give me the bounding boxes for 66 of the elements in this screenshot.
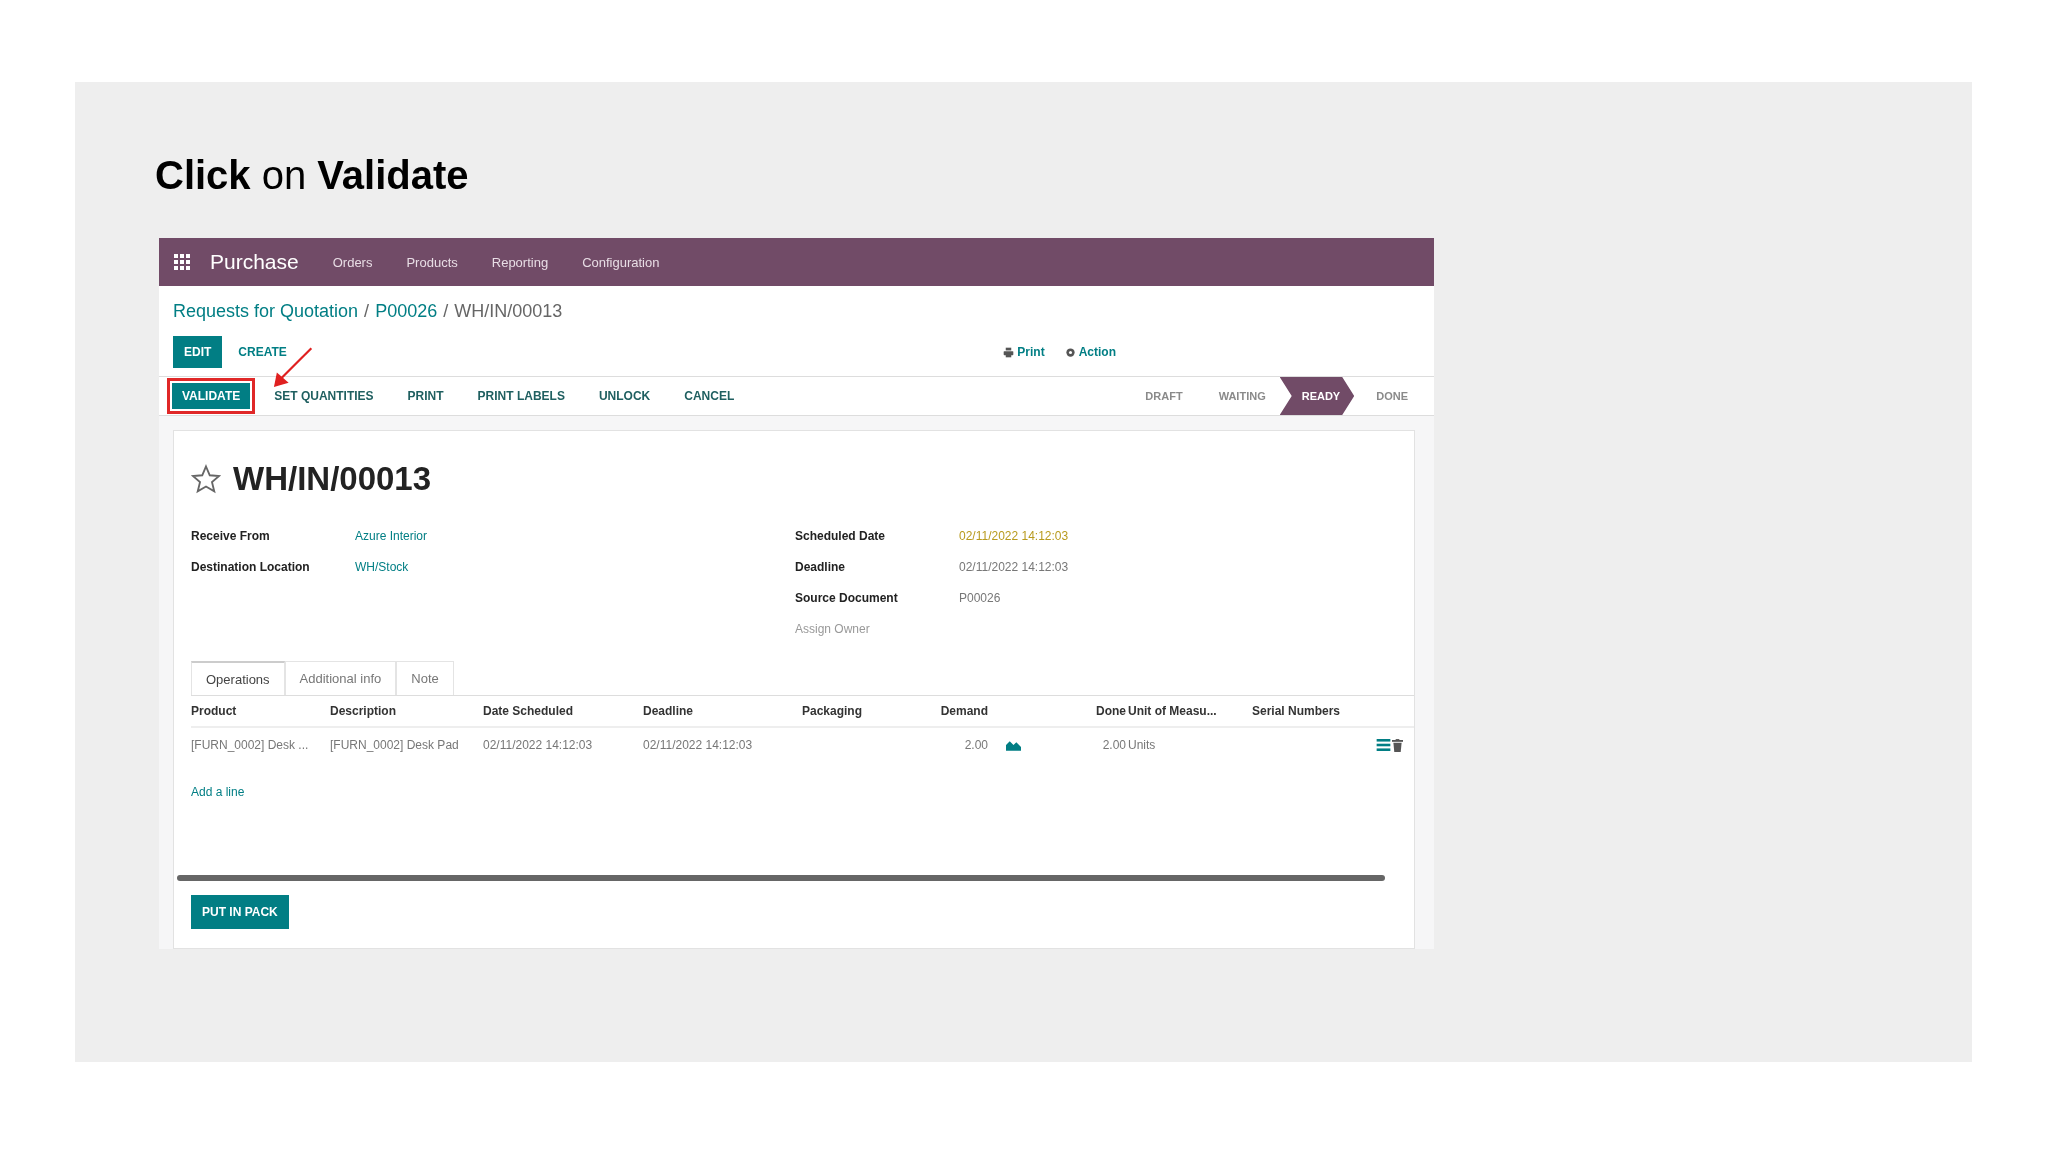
tab[interactable]: Operations xyxy=(191,661,285,695)
printer-icon xyxy=(1003,346,1015,358)
put-in-pack-button[interactable]: PUT IN PACK xyxy=(191,895,289,929)
table-cell-text: 2.00 xyxy=(1101,737,1127,754)
chart-icon xyxy=(1006,739,1021,751)
action-link[interactable]: Action xyxy=(1064,345,1116,359)
breadcrumb-separator: / xyxy=(443,300,449,322)
column-header[interactable]: Unit of Measu... xyxy=(1128,704,1252,718)
field-value: 02/11/2022 14:12:03 xyxy=(959,560,1070,574)
table-cell-text: 2.00 xyxy=(963,737,989,754)
column-header[interactable]: Deadline xyxy=(643,704,802,718)
column-header[interactable]: Demand xyxy=(917,704,990,718)
action-button[interactable]: SET QUANTITIES xyxy=(259,378,389,414)
column-header[interactable]: Description xyxy=(330,704,483,718)
action-button[interactable]: UNLOCK xyxy=(583,378,666,414)
field-link[interactable]: WH/Stock xyxy=(355,560,795,574)
field-label: Deadline xyxy=(795,560,846,574)
column-header[interactable]: Date Scheduled xyxy=(483,704,643,718)
action-button[interactable]: EDIT xyxy=(173,336,223,368)
menu-item[interactable]: Products xyxy=(406,254,458,270)
status-stage: DONE xyxy=(1375,389,1409,404)
action-link[interactable]: Print xyxy=(1003,345,1045,359)
field-label: Source Document xyxy=(795,591,899,605)
action-button[interactable]: PRINT LABELS xyxy=(462,378,580,414)
tab[interactable]: Note xyxy=(396,661,454,695)
column-header[interactable]: Done xyxy=(1050,704,1128,718)
breadcrumb-link[interactable]: P00026 xyxy=(375,300,438,322)
column-header[interactable]: Packaging xyxy=(802,704,917,718)
table-cell-text: [FURN_0002] Desk ... xyxy=(191,737,310,754)
table-cell-text: Units xyxy=(1128,737,1157,754)
field-link[interactable]: Azure Interior xyxy=(355,529,795,543)
breadcrumb-link[interactable]: Requests for Quotation xyxy=(173,300,359,322)
status-stage: READY xyxy=(1279,377,1355,415)
menu-item[interactable]: Reporting xyxy=(491,254,549,270)
table-cell-text: 02/11/2022 14:12:03 xyxy=(483,737,594,754)
field-label: Destination Location xyxy=(191,560,311,574)
app-name[interactable]: Purchase xyxy=(210,250,299,274)
status-stage: DRAFT xyxy=(1144,389,1184,404)
menu-item[interactable]: Orders xyxy=(332,254,373,270)
action-button[interactable]: CANCEL xyxy=(669,378,750,414)
gear-icon xyxy=(1064,346,1076,358)
trash-icon[interactable] xyxy=(1392,739,1403,752)
field-label: Scheduled Date xyxy=(795,529,887,543)
field-value: P00026 xyxy=(959,591,1002,605)
scrollbar[interactable] xyxy=(177,875,1385,881)
menu-item[interactable]: Configuration xyxy=(582,254,660,270)
grid-icon[interactable] xyxy=(174,254,190,270)
record-title: WH/IN/00013 xyxy=(233,460,432,498)
status-stage: WAITING xyxy=(1217,389,1267,404)
list-icon[interactable] xyxy=(1376,739,1391,751)
column-header[interactable]: Serial Numbers xyxy=(1252,704,1360,718)
add-line-link[interactable]: Add a line xyxy=(191,785,245,799)
field-label: Receive From xyxy=(191,529,271,543)
breadcrumb-separator: / xyxy=(364,300,370,322)
table-cell-text: [FURN_0002] Desk Pad xyxy=(330,737,460,754)
slide-heading: Click on Validate xyxy=(155,152,469,199)
action-button[interactable]: VALIDATE xyxy=(167,378,256,414)
field-label: Assign Owner xyxy=(795,622,871,636)
star-icon[interactable] xyxy=(191,464,221,494)
breadcrumb-current: WH/IN/00013 xyxy=(454,300,563,322)
field-value: 02/11/2022 14:12:03 xyxy=(959,529,1070,543)
table-cell-text: 02/11/2022 14:12:03 xyxy=(643,737,754,754)
action-button[interactable]: CREATE xyxy=(226,336,299,368)
action-button[interactable]: PRINT xyxy=(392,378,459,414)
tab[interactable]: Additional info xyxy=(284,661,397,695)
column-header[interactable]: Product xyxy=(191,704,330,718)
